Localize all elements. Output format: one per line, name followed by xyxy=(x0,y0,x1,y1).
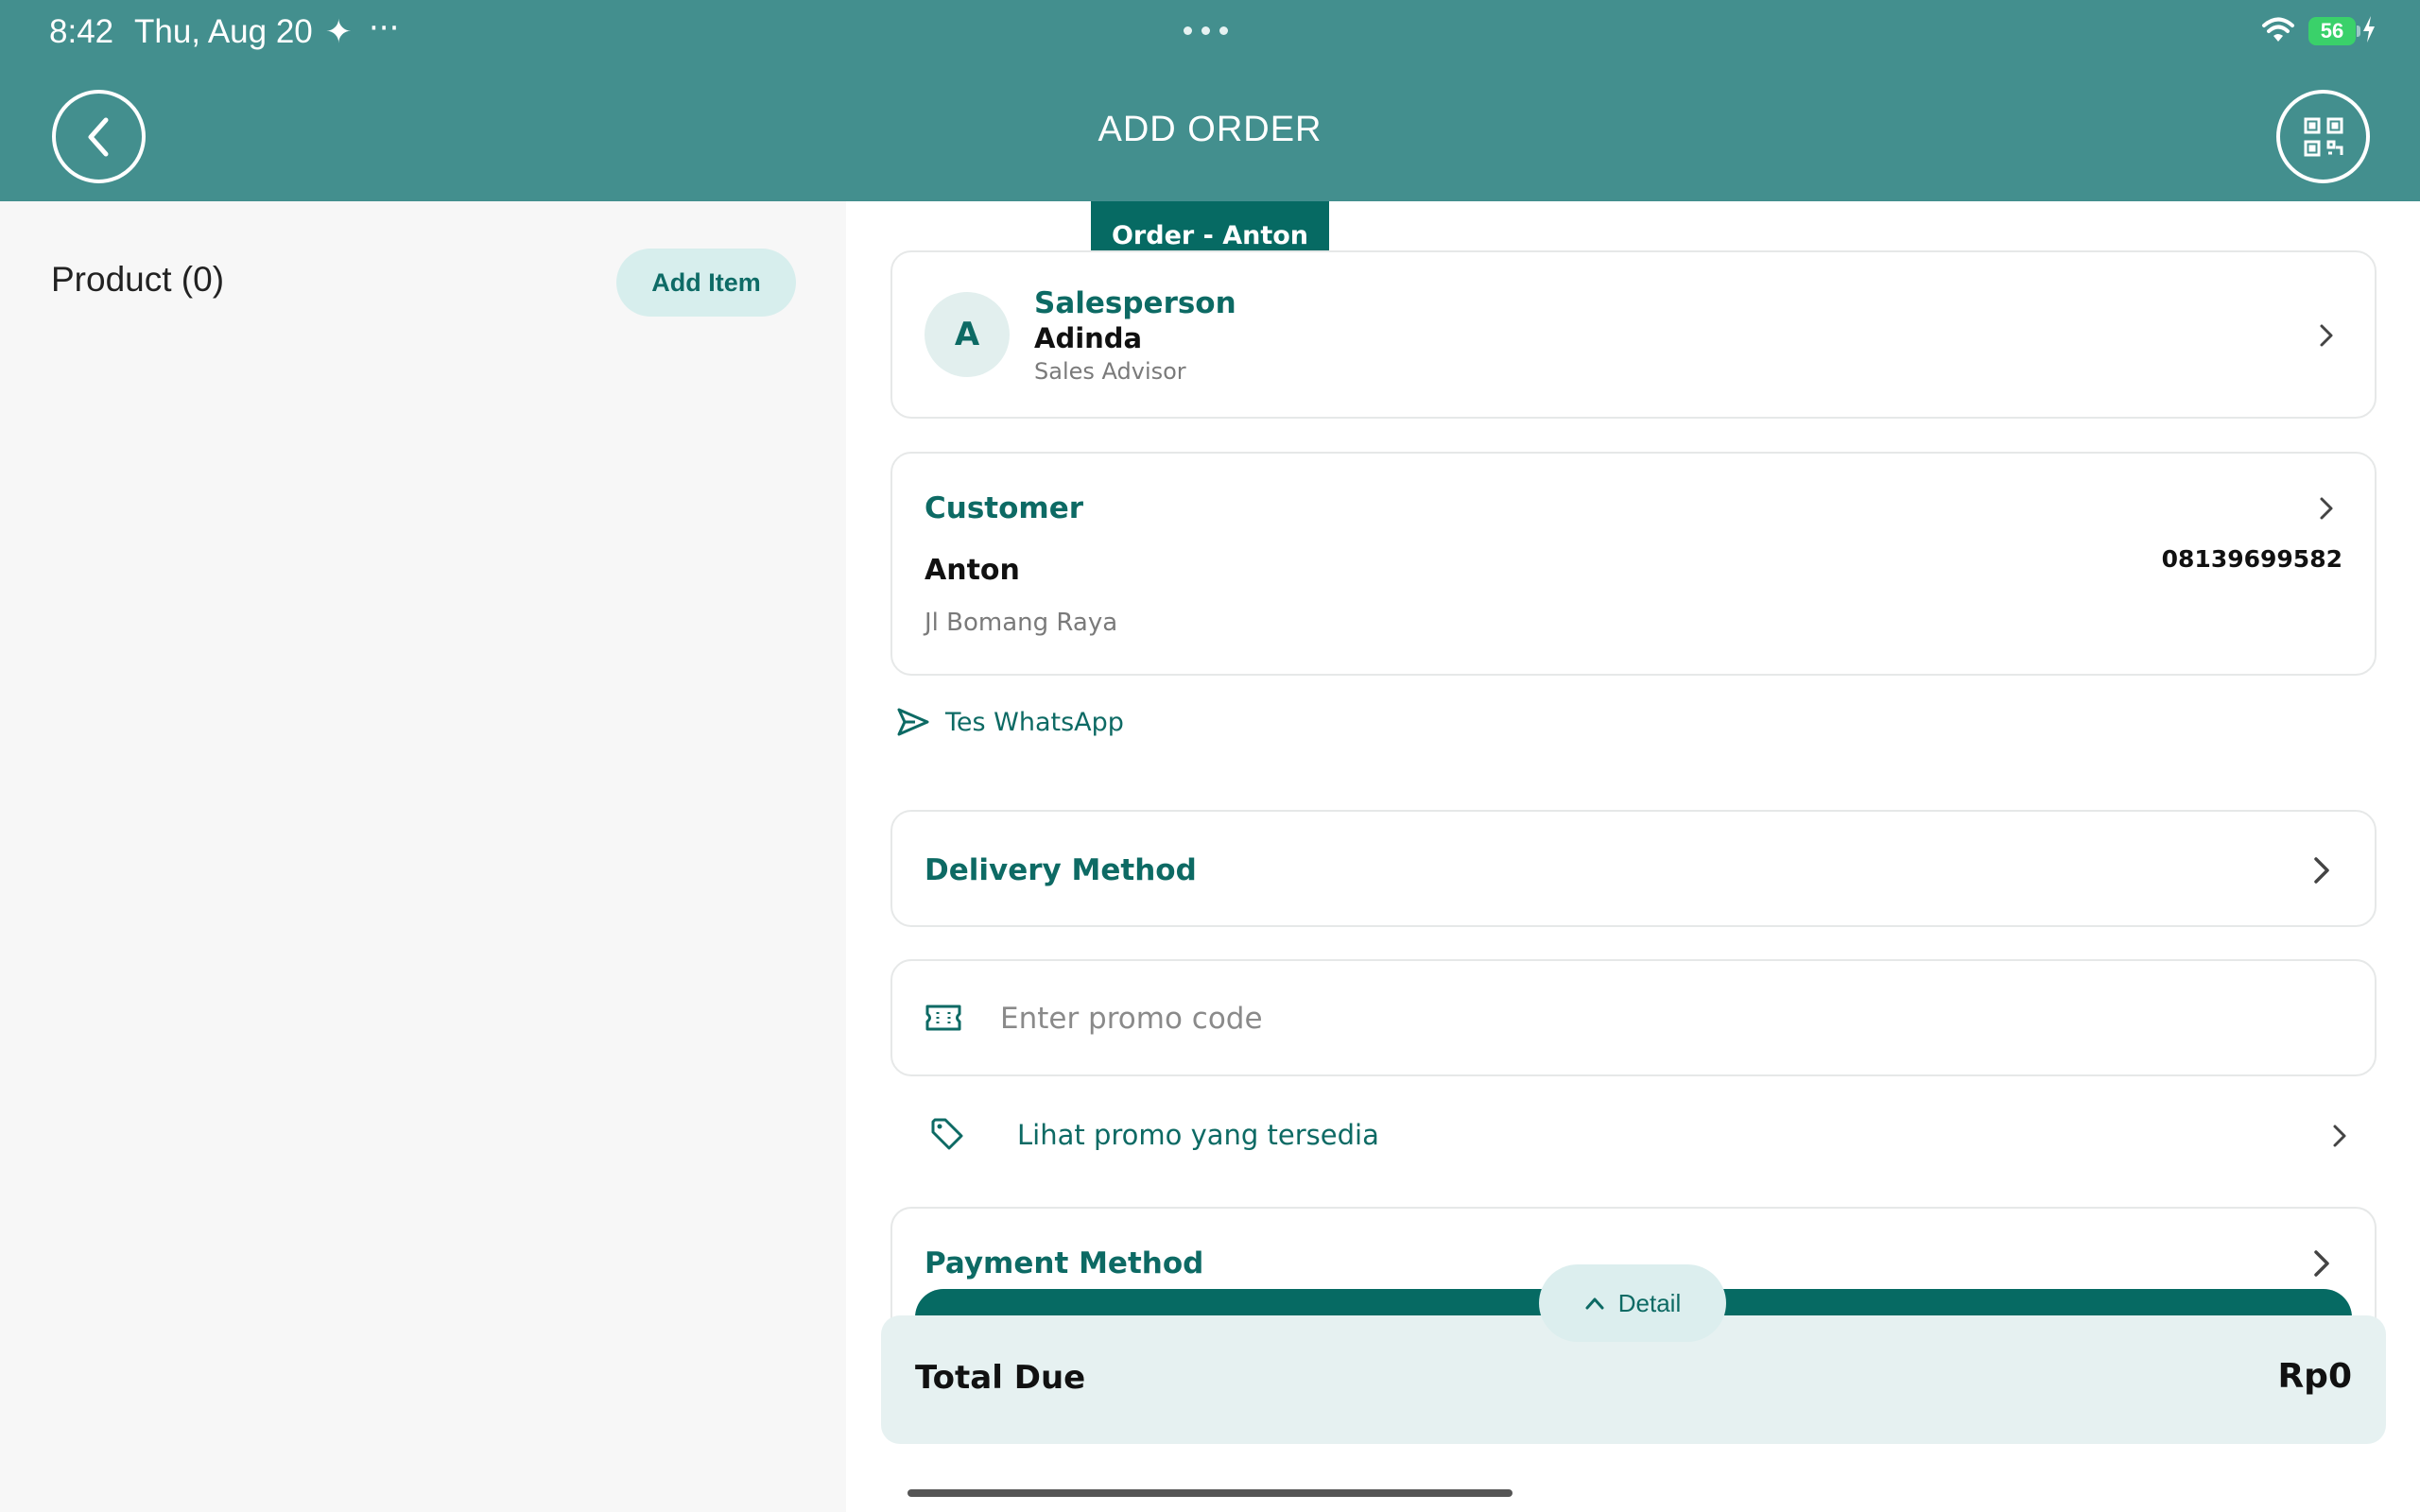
page-title: ADD ORDER xyxy=(1098,110,1322,149)
app-header: 8:42 Thu, Aug 20 ✦ ··· 56 ADD ORDER xyxy=(0,0,2420,201)
salesperson-card[interactable]: A Salesperson Adinda Sales Advisor xyxy=(890,250,2377,419)
avatar: A xyxy=(925,292,1010,377)
status-time: 8:42 xyxy=(49,13,114,50)
battery-indicator: 56 xyxy=(2308,17,2360,45)
multitask-dots-icon[interactable] xyxy=(1184,26,1228,35)
customer-label: Customer xyxy=(925,491,1084,525)
salesperson-label: Salesperson xyxy=(1034,286,1236,320)
payment-method-label: Payment Method xyxy=(925,1246,1204,1280)
home-indicator[interactable] xyxy=(908,1489,1512,1497)
product-pane: Product (0) Add Item xyxy=(0,201,846,1512)
status-date: Thu, Aug 20 xyxy=(134,13,313,50)
chevron-right-icon xyxy=(2333,1125,2346,1147)
more-notifications-icon: ··· xyxy=(369,9,400,47)
delivery-method-label: Delivery Method xyxy=(925,853,1197,887)
qr-scan-button[interactable] xyxy=(2276,90,2370,183)
customer-card[interactable]: Customer Anton 08139699582 Jl Bomang Ray… xyxy=(890,452,2377,676)
detail-toggle-button[interactable]: Detail xyxy=(1539,1264,1726,1342)
charging-icon xyxy=(2363,16,2375,43)
total-due-value: Rp0 xyxy=(2277,1357,2352,1396)
send-icon xyxy=(897,708,929,736)
wifi-icon xyxy=(2262,17,2294,42)
product-title: Product (0) xyxy=(51,260,225,299)
sparkle-icon: ✦ xyxy=(325,13,353,51)
whatsapp-label: Tes WhatsApp xyxy=(945,707,1124,737)
available-promo-label: Lihat promo yang tersedia xyxy=(1017,1119,1379,1151)
available-promo-link[interactable]: Lihat promo yang tersedia xyxy=(890,1098,2377,1174)
promo-code-input[interactable] xyxy=(1000,989,2305,1048)
detail-label: Detail xyxy=(1617,1288,1682,1317)
qr-code-icon xyxy=(2304,117,2342,156)
add-item-button[interactable]: Add Item xyxy=(616,249,796,317)
promo-card xyxy=(890,959,2377,1076)
salesperson-role: Sales Advisor xyxy=(1034,358,1186,385)
ticket-icon xyxy=(925,1005,961,1031)
delivery-method-card[interactable]: Delivery Method xyxy=(890,810,2377,927)
tag-icon xyxy=(931,1118,963,1150)
customer-name: Anton xyxy=(925,554,1020,587)
customer-address: Jl Bomang Raya xyxy=(925,609,1118,637)
test-whatsapp-link[interactable]: Tes WhatsApp xyxy=(896,707,1124,737)
chevron-right-icon xyxy=(2314,857,2329,884)
chevron-right-icon xyxy=(2320,497,2333,520)
salesperson-name: Adinda xyxy=(1034,322,1143,354)
customer-phone: 08139699582 xyxy=(2161,545,2342,573)
total-due-label: Total Due xyxy=(915,1359,1086,1397)
chevron-right-icon xyxy=(2314,1250,2329,1277)
chevron-up-icon xyxy=(1585,1297,1604,1310)
chevron-right-icon xyxy=(2320,324,2333,347)
